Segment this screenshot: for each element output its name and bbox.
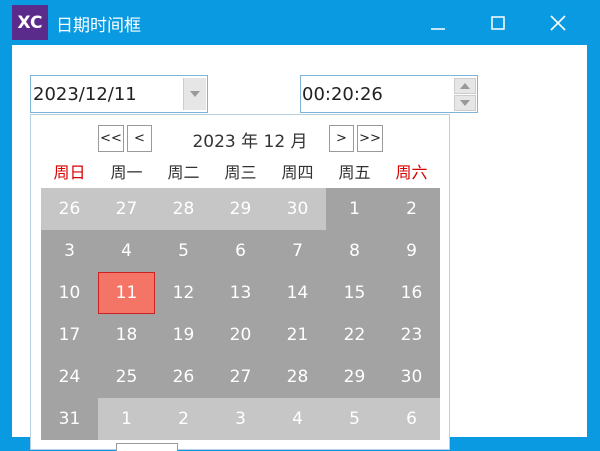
close-button[interactable] [528, 0, 588, 45]
calendar-day[interactable]: 29 [212, 188, 269, 230]
calendar-day[interactable]: 31 [41, 398, 98, 440]
next-year-button[interactable]: >> [357, 125, 383, 152]
prev-month-button[interactable]: < [127, 125, 152, 152]
minimize-icon [431, 27, 445, 30]
calendar-month-title: 2023 年 12 月 [192, 132, 308, 152]
calendar-day[interactable]: 14 [269, 272, 326, 314]
date-dropdown-button[interactable] [183, 78, 206, 110]
app-icon: XC [12, 5, 48, 40]
calendar-day[interactable]: 24 [41, 356, 98, 398]
time-value: 00:20:26 [302, 84, 383, 105]
calendar-day[interactable]: 1 [326, 188, 383, 230]
weekday-thu: 周四 [281, 163, 314, 182]
calendar-day[interactable]: 4 [98, 230, 155, 272]
calendar-day[interactable]: 5 [326, 398, 383, 440]
calendar-day[interactable]: 8 [326, 230, 383, 272]
calendar-day[interactable]: 20 [212, 314, 269, 356]
calendar-day[interactable]: 3 [41, 230, 98, 272]
calendar-day[interactable]: 6 [383, 398, 440, 440]
minimize-button[interactable] [408, 0, 468, 45]
weekday-mon: 周一 [110, 163, 143, 182]
calendar-day[interactable]: 27 [98, 188, 155, 230]
weekday-tue: 周二 [167, 163, 200, 182]
calendar-day[interactable]: 26 [155, 356, 212, 398]
weekday-sat: 周六 [395, 163, 428, 182]
maximize-icon [491, 15, 505, 30]
chevron-down-icon [460, 100, 470, 106]
calendar-day-selected[interactable]: 11 [98, 272, 155, 314]
calendar-day-grid: 26 27 28 29 30 1 2 3 4 5 6 7 8 9 10 11 1… [41, 188, 440, 440]
chevron-up-icon [460, 83, 470, 89]
calendar-day[interactable]: 2 [155, 398, 212, 440]
calendar-day[interactable]: 21 [269, 314, 326, 356]
calendar-day[interactable]: 30 [383, 356, 440, 398]
calendar-day[interactable]: 28 [269, 356, 326, 398]
calendar-day[interactable]: 30 [269, 188, 326, 230]
calendar-day[interactable]: 17 [41, 314, 98, 356]
calendar-day[interactable]: 25 [98, 356, 155, 398]
calendar-day[interactable]: 23 [383, 314, 440, 356]
calendar-day[interactable]: 2 [383, 188, 440, 230]
calendar-day[interactable]: 28 [155, 188, 212, 230]
calendar-day[interactable]: 5 [155, 230, 212, 272]
calendar-day[interactable]: 16 [383, 272, 440, 314]
time-picker-input[interactable]: 00:20:26 [300, 75, 478, 113]
calendar-day[interactable]: 4 [269, 398, 326, 440]
time-spin-up-button[interactable] [454, 78, 476, 94]
maximize-button[interactable] [468, 0, 528, 45]
weekday-wed: 周三 [224, 163, 257, 182]
date-picker-input[interactable]: 2023/12/11 [30, 75, 208, 113]
calendar-day[interactable]: 29 [326, 356, 383, 398]
calendar-day[interactable]: 9 [383, 230, 440, 272]
prev-year-button[interactable]: << [98, 125, 124, 152]
close-icon [550, 14, 566, 31]
calendar-day[interactable]: 10 [41, 272, 98, 314]
weekday-fri: 周五 [338, 163, 371, 182]
next-month-button[interactable]: > [329, 125, 354, 152]
time-spin-down-button[interactable] [454, 95, 476, 111]
window-title: 日期时间框 [56, 16, 141, 36]
calendar-day[interactable]: 7 [269, 230, 326, 272]
date-value: 2023/12/11 [33, 84, 137, 105]
chevron-down-icon [190, 91, 200, 97]
weekday-sun: 周日 [53, 163, 86, 182]
calendar-day[interactable]: 1 [98, 398, 155, 440]
calendar-day[interactable]: 12 [155, 272, 212, 314]
calendar-day[interactable]: 15 [326, 272, 383, 314]
calendar-day[interactable]: 6 [212, 230, 269, 272]
calendar-day[interactable]: 3 [212, 398, 269, 440]
calendar-day[interactable]: 18 [98, 314, 155, 356]
calendar-day[interactable]: 22 [326, 314, 383, 356]
title-bar: XC 日期时间框 [0, 0, 600, 45]
calendar-day[interactable]: 26 [41, 188, 98, 230]
calendar-day[interactable]: 13 [212, 272, 269, 314]
calendar-day[interactable]: 19 [155, 314, 212, 356]
calendar-day[interactable]: 27 [212, 356, 269, 398]
